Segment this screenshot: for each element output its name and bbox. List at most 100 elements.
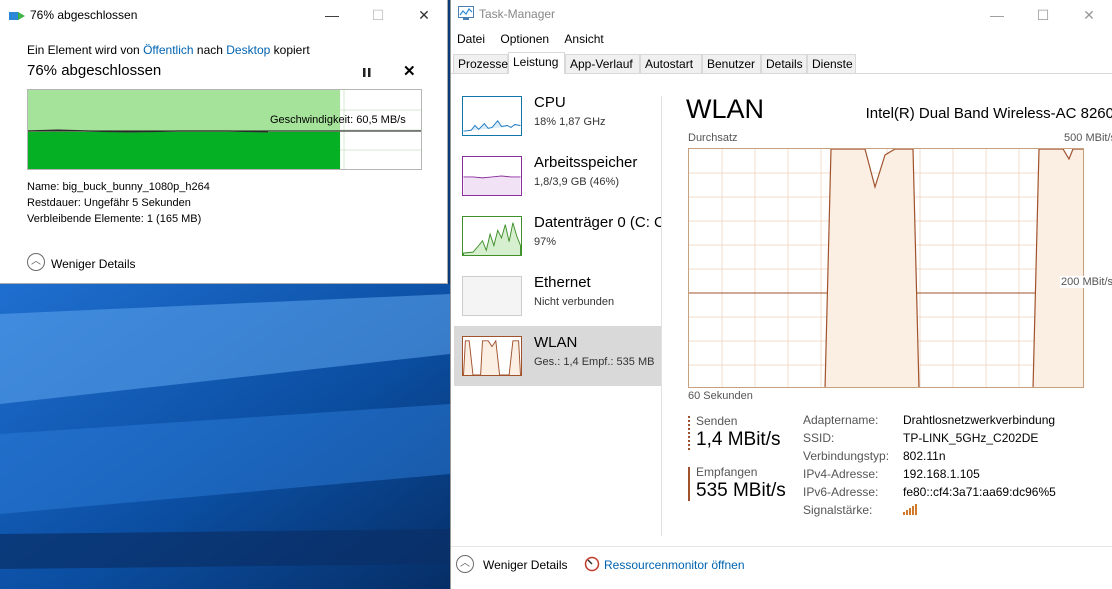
copy-progress-dialog: 76% abgeschlossen — ☐ ✕ Ein Element wird… [0, 0, 448, 284]
copy-less-details-label: Weniger Details [51, 257, 136, 271]
sidebar-item-name: Datenträger 0 (C: C [534, 214, 662, 231]
menu-bar: Datei Optionen Ansicht [451, 30, 610, 50]
sidebar-item-name: CPU [534, 94, 566, 111]
copy-speed-chart [28, 90, 421, 169]
tab-dienste[interactable]: Dienste [807, 54, 856, 73]
sidebar-item-sub: Nicht verbunden [534, 296, 615, 308]
copy-less-details-button[interactable]: ︿ Weniger Details [27, 253, 177, 275]
send-indicator [688, 416, 690, 450]
cancel-copy-button[interactable]: ✕ [403, 62, 416, 80]
copy-dialog-titlebar[interactable]: 76% abgeschlossen — ☐ ✕ [0, 0, 447, 30]
sidebar-item-sub: 18% 1,87 GHz [534, 116, 606, 128]
performance-sidebar: CPU 18% 1,87 GHz Arbeitsspeicher 1,8/3,9… [454, 74, 662, 534]
pause-button[interactable] [358, 64, 376, 82]
sidebar-item-memory[interactable]: Arbeitsspeicher 1,8/3,9 GB (46%) [454, 146, 662, 206]
ethernet-mini-graph [462, 276, 522, 316]
destination-folder-link[interactable]: Desktop [226, 43, 270, 57]
remaining-time-label: Restdauer: [27, 197, 81, 209]
time-window-label: 60 Sekunden [688, 390, 753, 402]
tab-benutzer[interactable]: Benutzer [702, 54, 761, 73]
property-key: SSID: [803, 431, 835, 445]
copy-icon [9, 12, 25, 20]
max-throughput-label: 500 MBit/s [1064, 132, 1112, 144]
sidebar-item-wlan[interactable]: WLAN Ges.: 1,4 Empf.: 535 MB [454, 326, 662, 386]
sidebar-separator [661, 96, 662, 536]
file-name-label: Name: [27, 181, 60, 193]
file-name-value: big_buck_bunny_1080p_h264 [62, 181, 210, 193]
copy-dialog-title: 76% abgeschlossen [30, 8, 138, 22]
mid-throughput-label: 200 MBit/s [1060, 276, 1112, 288]
close-button[interactable]: ✕ [401, 0, 447, 30]
tab-autostart[interactable]: Autostart [640, 54, 702, 73]
transfer-speed: Geschwindigkeit: 60,5 MB/s [270, 114, 406, 126]
desktop-background [0, 284, 450, 589]
tm-maximize-button[interactable]: ☐ [1020, 0, 1066, 30]
disk-mini-graph [462, 216, 522, 256]
wlan-mini-graph [462, 336, 522, 376]
sidebar-item-sub: Ges.: 1,4 Empf.: 535 MB [534, 356, 655, 368]
receive-label: Empfangen [696, 465, 758, 479]
remaining-time-row: Restdauer: Ungefähr 5 Sekunden [27, 197, 191, 209]
memory-mini-graph [462, 156, 522, 196]
sidebar-item-name: Arbeitsspeicher [534, 154, 638, 171]
property-value: 802.11n [903, 449, 946, 463]
copy-speed-graph [27, 89, 422, 170]
throughput-graph [689, 149, 1083, 387]
property-value: fe80::cf4:3a71:aa69:dc96%5 [903, 485, 1056, 499]
property-key: Signalstärke: [803, 503, 873, 517]
copy-description-prefix: Ein Element wird von [27, 43, 140, 57]
maximize-button[interactable]: ☐ [355, 0, 401, 30]
menu-datei[interactable]: Datei [451, 30, 491, 48]
copy-description-middle: nach [196, 43, 223, 57]
progress-area-dark [28, 132, 341, 169]
sidebar-item-name: Ethernet [534, 274, 591, 291]
panel-title: WLAN [686, 94, 765, 124]
resource-monitor-icon [584, 556, 600, 572]
throughput-series-2 [1032, 149, 1083, 387]
source-folder-link[interactable]: Öffentlich [143, 43, 193, 57]
property-key: Adaptername: [803, 413, 879, 427]
copy-description: Ein Element wird von Öffentlich nach Des… [27, 43, 310, 57]
property-key: Verbindungstyp: [803, 449, 890, 463]
task-manager-icon [458, 6, 474, 20]
receive-indicator [688, 467, 690, 501]
copy-description-suffix: kopiert [273, 43, 310, 57]
chevron-up-icon: ︿ [456, 555, 474, 573]
property-value: TP-LINK_5GHz_C202DE [903, 431, 1039, 445]
sidebar-item-name: WLAN [534, 334, 578, 351]
sidebar-item-sub: 97% [534, 236, 557, 248]
menu-optionen[interactable]: Optionen [494, 30, 555, 48]
chevron-up-icon: ︿ [27, 253, 45, 271]
send-label: Senden [696, 414, 738, 428]
cpu-mini-graph [462, 96, 522, 136]
minimize-button[interactable]: — [309, 0, 355, 30]
menu-ansicht[interactable]: Ansicht [558, 30, 609, 48]
throughput-chart [688, 148, 1084, 388]
property-value: 192.168.1.105 [903, 467, 980, 481]
footer-separator [451, 546, 1112, 547]
tm-less-details-label: Weniger Details [483, 558, 568, 572]
adapter-model: Intel(R) Dual Band Wireless-AC 8260 [865, 105, 1112, 122]
remaining-time-value: Ungefähr 5 Sekunden [83, 197, 191, 209]
task-manager-titlebar[interactable]: Task-Manager — ☐ ✕ [451, 0, 1112, 28]
remaining-items-label: Verbleibende Elemente: [27, 213, 144, 225]
sidebar-item-ethernet[interactable]: Ethernet Nicht verbunden [454, 266, 662, 326]
tab-app-verlauf[interactable]: App-Verlauf [565, 54, 640, 73]
throughput-series-1 [824, 149, 920, 387]
task-manager-window: Task-Manager — ☐ ✕ Datei Optionen Ansich… [450, 0, 1112, 589]
sidebar-item-disk[interactable]: Datenträger 0 (C: C 97% [454, 206, 662, 266]
signal-strength-icon [903, 504, 917, 515]
receive-value: 535 MBit/s [696, 480, 786, 501]
sidebar-item-cpu[interactable]: CPU 18% 1,87 GHz [454, 86, 662, 146]
tab-prozesse[interactable]: Prozesse [453, 54, 508, 73]
tab-leistung[interactable]: Leistung [508, 52, 565, 74]
property-key: IPv4-Adresse: [803, 467, 879, 481]
tm-close-button[interactable]: ✕ [1066, 0, 1112, 30]
property-key: IPv6-Adresse: [803, 485, 879, 499]
tab-bar: Prozesse Leistung App-Verlauf Autostart … [451, 52, 1112, 74]
resource-monitor-label: Ressourcenmonitor öffnen [604, 558, 745, 572]
tab-details[interactable]: Details [761, 54, 807, 73]
tm-minimize-button[interactable]: — [974, 0, 1020, 30]
remaining-items-value: 1 (165 MB) [146, 213, 202, 225]
sidebar-item-sub: 1,8/3,9 GB (46%) [534, 176, 619, 188]
